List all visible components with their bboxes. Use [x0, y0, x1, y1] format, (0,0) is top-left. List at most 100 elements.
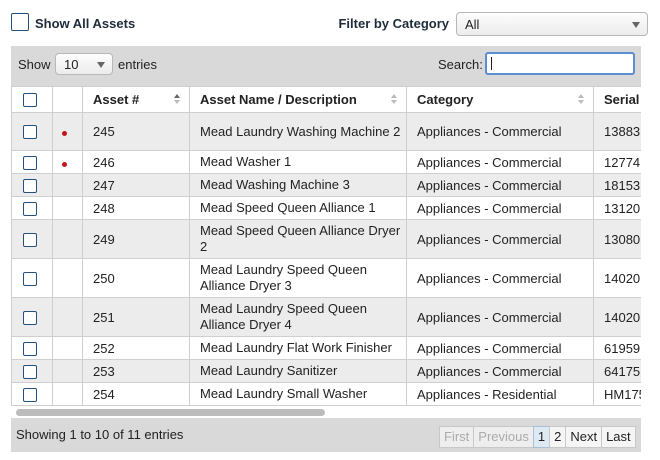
status-cell [52, 382, 83, 406]
select-all-checkbox[interactable] [23, 93, 37, 108]
entries-length-select[interactable]: 10 [55, 53, 113, 75]
column-header-serial[interactable]: Serial # [593, 86, 641, 113]
row-select-cell[interactable] [11, 297, 53, 337]
asset-number-cell: 250 [82, 258, 190, 298]
first-page-button[interactable]: First [439, 426, 475, 448]
top-bar: Show All Assets Filter by Category All [11, 11, 650, 37]
show-all-assets-checkbox[interactable] [11, 13, 29, 31]
row-checkbox[interactable] [23, 364, 37, 379]
search-label: Search: [438, 57, 483, 72]
table-scroll-area: Asset # Asset Name / Description Categor… [11, 86, 641, 406]
table-row[interactable]: 251 Mead Laundry Speed Queen Alliance Dr… [11, 297, 641, 337]
assets-table: Asset # Asset Name / Description Categor… [11, 86, 641, 406]
select-all-header[interactable] [11, 86, 53, 113]
scrollbar-thumb[interactable] [16, 409, 325, 416]
serial-cell: 61959 [593, 336, 641, 360]
row-select-cell[interactable] [11, 382, 53, 406]
row-checkbox[interactable] [23, 271, 37, 286]
row-select-cell[interactable] [11, 150, 53, 174]
asset-number-cell: 251 [82, 297, 190, 337]
category-cell: Appliances - Commercial [406, 150, 594, 174]
table-row[interactable]: 246 Mead Washer 1 Appliances - Commercia… [11, 150, 641, 174]
status-cell [52, 336, 83, 360]
table-row[interactable]: 252 Mead Laundry Flat Work Finisher Appl… [11, 336, 641, 360]
asset-number-cell: 253 [82, 359, 190, 383]
row-select-cell[interactable] [11, 112, 53, 151]
asset-name-cell: Mead Laundry Washing Machine 2 [189, 112, 407, 151]
search-input[interactable] [485, 52, 635, 75]
serial-cell: 14020 [593, 258, 641, 298]
status-cell [52, 173, 83, 197]
status-cell [52, 196, 83, 220]
serial-cell: 13883 [593, 112, 641, 151]
row-checkbox[interactable] [23, 387, 37, 402]
column-header-category[interactable]: Category [406, 86, 594, 113]
row-checkbox[interactable] [23, 201, 37, 216]
category-cell: Appliances - Commercial [406, 336, 594, 360]
serial-cell: 18153 [593, 173, 641, 197]
column-label: Asset Name / Description [200, 92, 357, 107]
asset-name-cell: Mead Laundry Sanitizer [189, 359, 407, 383]
category-filter-value: All [465, 17, 480, 32]
asset-number-cell: 252 [82, 336, 190, 360]
category-cell: Appliances - Residential [406, 382, 594, 406]
category-cell: Appliances - Commercial [406, 258, 594, 298]
next-page-button[interactable]: Next [565, 426, 603, 448]
horizontal-scrollbar[interactable] [11, 406, 641, 418]
last-page-button[interactable]: Last [601, 426, 636, 448]
column-label: Asset # [93, 92, 140, 107]
previous-page-button[interactable]: Previous [473, 426, 534, 448]
column-label: Category [417, 92, 474, 107]
serial-cell: 14020 [593, 297, 641, 337]
row-select-cell[interactable] [11, 336, 53, 360]
asset-name-cell: Mead Laundry Speed Queen Alliance Dryer … [189, 297, 407, 337]
row-select-cell[interactable] [11, 173, 53, 197]
asset-number-cell: 245 [82, 112, 190, 151]
asset-number-cell: 249 [82, 219, 190, 259]
category-cell: Appliances - Commercial [406, 359, 594, 383]
row-checkbox[interactable] [23, 341, 37, 356]
row-checkbox[interactable] [23, 155, 37, 170]
asset-name-cell: Mead Laundry Speed Queen Alliance Dryer … [189, 258, 407, 298]
table-row[interactable]: 249 Mead Speed Queen Alliance Dryer 2 Ap… [11, 219, 641, 259]
sort-icon [174, 94, 181, 106]
page-2-button[interactable]: 2 [549, 426, 567, 448]
category-cell: Appliances - Commercial [406, 297, 594, 337]
row-select-cell[interactable] [11, 196, 53, 220]
row-checkbox[interactable] [23, 178, 37, 193]
sort-icon [578, 94, 585, 106]
table-row[interactable]: 250 Mead Laundry Speed Queen Alliance Dr… [11, 258, 641, 298]
status-cell [52, 219, 83, 259]
asset-name-cell: Mead Speed Queen Alliance Dryer 2 [189, 219, 407, 259]
row-checkbox[interactable] [23, 125, 37, 140]
asset-name-cell: Mead Laundry Flat Work Finisher [189, 336, 407, 360]
status-header [52, 86, 83, 113]
table-row[interactable]: 253 Mead Laundry Sanitizer Appliances - … [11, 359, 641, 383]
row-checkbox[interactable] [23, 310, 37, 325]
row-select-cell[interactable] [11, 258, 53, 298]
asset-name-cell: Mead Speed Queen Alliance 1 [189, 196, 407, 220]
show-all-assets-label: Show All Assets [35, 16, 136, 31]
serial-cell: HM175 [593, 382, 641, 406]
category-filter-select[interactable]: All [456, 12, 648, 36]
asset-name-cell: Mead Washing Machine 3 [189, 173, 407, 197]
table-row[interactable]: 245 Mead Laundry Washing Machine 2 Appli… [11, 112, 641, 151]
page-1-button[interactable]: 1 [532, 426, 551, 448]
asset-number-cell: 248 [82, 196, 190, 220]
row-checkbox[interactable] [23, 232, 37, 247]
table-row[interactable]: 247 Mead Washing Machine 3 Appliances - … [11, 173, 641, 197]
assets-table-panel: Show 10 entries Search: Asset # Asset Na… [11, 46, 641, 452]
asset-number-cell: 254 [82, 382, 190, 406]
entries-label: entries [118, 57, 158, 72]
column-label: Serial # [604, 92, 641, 107]
row-select-cell[interactable] [11, 359, 53, 383]
status-dot-icon [62, 161, 67, 167]
table-row[interactable]: 248 Mead Speed Queen Alliance 1 Applianc… [11, 196, 641, 220]
serial-cell: 13080 [593, 219, 641, 259]
row-select-cell[interactable] [11, 219, 53, 259]
column-header-asset-name[interactable]: Asset Name / Description [189, 86, 407, 113]
category-cell: Appliances - Commercial [406, 219, 594, 259]
table-row[interactable]: 254 Mead Laundry Small Washer Appliances… [11, 382, 641, 406]
category-cell: Appliances - Commercial [406, 112, 594, 151]
column-header-asset-number[interactable]: Asset # [82, 86, 190, 113]
